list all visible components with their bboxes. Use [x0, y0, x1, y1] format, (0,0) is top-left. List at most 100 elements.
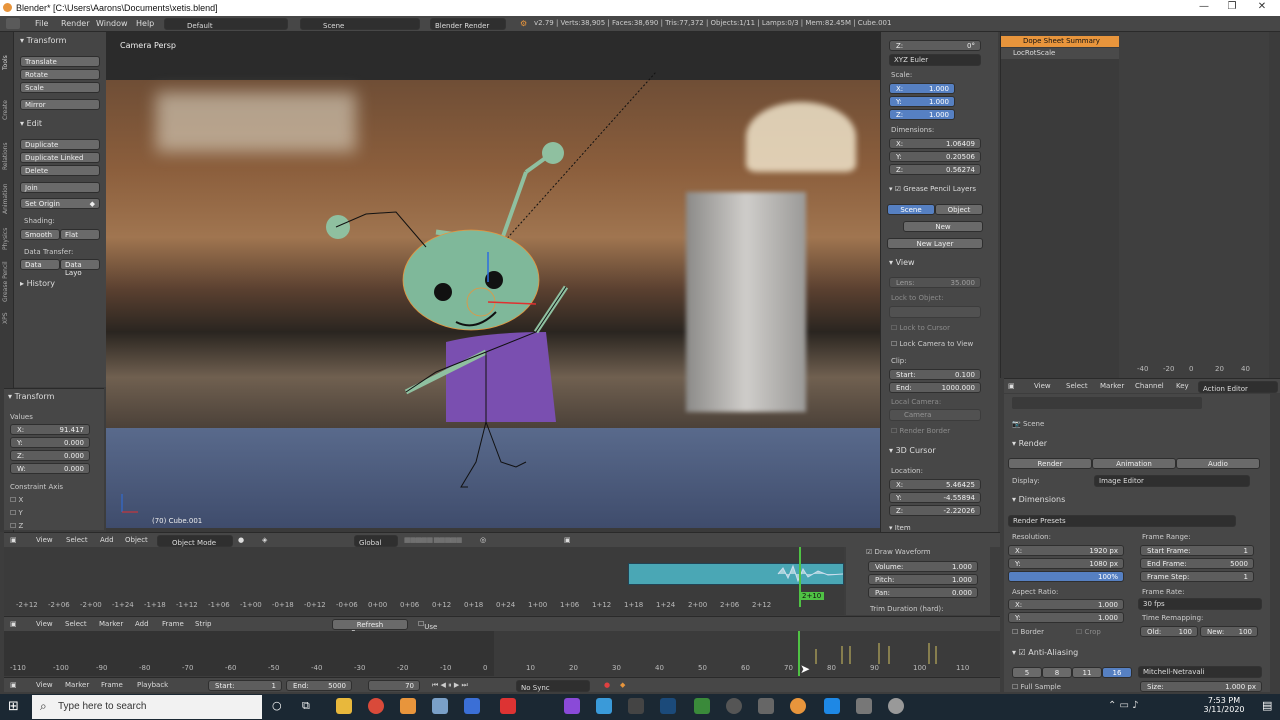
keying-icon[interactable]: ◆ [620, 681, 625, 689]
scale-button[interactable]: Scale [20, 82, 100, 93]
end-frame-field[interactable]: End: 5000 [286, 680, 352, 691]
render-preview-icon[interactable]: ▣ [564, 536, 571, 544]
clip-start-field[interactable]: Start: 0.100 [889, 369, 981, 380]
grease-scene-tab[interactable]: Scene [887, 204, 935, 215]
local-camera-field[interactable]: Camera [889, 409, 981, 421]
seq-view-menu[interactable]: View [36, 620, 53, 628]
chrome-icon[interactable] [368, 698, 384, 714]
volume-field[interactable]: Volume: 1.000 [868, 561, 978, 572]
seq-strip-menu[interactable]: Strip [195, 620, 211, 628]
aa-11-button[interactable]: 11 [1072, 667, 1102, 678]
res-x-field[interactable]: X: 1920 px [1008, 545, 1124, 556]
cursor-x-field[interactable]: X: 5.46425 [889, 479, 981, 490]
aa-size-field[interactable]: Size: 1.000 px [1140, 681, 1262, 692]
set-origin-menu[interactable]: Set Origin ◆ [20, 198, 100, 209]
app-icon-8[interactable] [758, 698, 774, 714]
view-menu[interactable]: View [36, 536, 53, 544]
dim-x-field[interactable]: X: 1.06409 [889, 138, 981, 149]
tl-marker-menu[interactable]: Marker [65, 681, 89, 689]
cursor-z-field[interactable]: Z: -2.22026 [889, 505, 981, 516]
tab-create[interactable]: Create [2, 100, 9, 120]
lock-cursor-checkbox[interactable]: ☐ Lock to Cursor [891, 324, 950, 332]
start-frame-prop-field[interactable]: Start Frame: 1 [1140, 545, 1254, 556]
seq-add-menu[interactable]: Add [135, 620, 149, 628]
screen-layout-select[interactable]: Default [164, 18, 288, 30]
render-presets-select[interactable]: Render Presets [1008, 515, 1236, 527]
app-icon-3[interactable] [500, 698, 516, 714]
orientation-select[interactable]: Global [354, 535, 398, 547]
app-icon-7[interactable] [726, 698, 742, 714]
cortana-icon[interactable]: ○ [272, 699, 282, 712]
fps-select[interactable]: 30 fps [1138, 598, 1262, 610]
locrotscale-channel[interactable]: LocRotScale [1001, 48, 1119, 59]
playback-controls-icon[interactable]: ⏮ ◀ ⏸ ▶ ⏭ [432, 681, 468, 690]
app-icon-10[interactable] [824, 698, 840, 714]
tl-editor-icon[interactable]: ▣ [10, 681, 17, 689]
ds-channel-menu[interactable]: Channel [1135, 382, 1164, 390]
value-z-field[interactable]: Z: 0.000 [10, 450, 90, 461]
clip-end-field[interactable]: End: 1000.000 [889, 382, 981, 393]
tab-xps[interactable]: XPS [2, 312, 9, 324]
scale-z-field[interactable]: Z: 1.000 [889, 109, 955, 120]
dopesheet-summary-row[interactable]: Dope Sheet Summary [1001, 36, 1119, 47]
lock-object-field[interactable] [889, 306, 981, 318]
rotate-button[interactable]: Rotate [20, 69, 100, 80]
tab-tools[interactable]: Tools [2, 55, 9, 70]
grease-pencil-header[interactable]: ▾ ☑ Grease Pencil Layers [889, 185, 976, 193]
audio-button[interactable]: Audio [1176, 458, 1260, 469]
ds-editor-icon[interactable]: ▣ [1008, 382, 1015, 390]
delete-button[interactable]: Delete [20, 165, 100, 176]
render-engine-select[interactable]: Blender Render [430, 18, 506, 30]
ds-key-menu[interactable]: Key [1176, 382, 1189, 390]
object-menu[interactable]: Object [125, 536, 148, 544]
animation-button[interactable]: Animation [1092, 458, 1176, 469]
current-frame-field[interactable]: 70 [368, 680, 420, 691]
remap-new-field[interactable]: New: 100 [1200, 626, 1258, 637]
tl-frame-menu[interactable]: Frame [101, 681, 123, 689]
item-panel-header[interactable]: ▾ Item [889, 524, 911, 532]
frame-step-field[interactable]: Frame Step: 1 [1140, 571, 1254, 582]
join-button[interactable]: Join [20, 182, 100, 193]
steam-icon[interactable] [660, 698, 676, 714]
info-editor-icon[interactable] [6, 18, 20, 29]
display-select[interactable]: Image Editor [1094, 475, 1250, 487]
border-checkbox[interactable]: ☐ Border [1012, 628, 1044, 636]
clock[interactable]: 7:53 PM 3/11/2020 [1194, 696, 1254, 714]
lens-field[interactable]: Lens: 35.000 [889, 277, 981, 288]
refresh-sequencer-button[interactable]: Refresh Sequencer [332, 619, 408, 637]
duplicate-linked-button[interactable]: Duplicate Linked [20, 152, 100, 163]
transform-panel-header[interactable]: ▾ Transform [20, 36, 66, 45]
system-tray-icons[interactable]: ⌃ ▭ ♪ [1108, 700, 1139, 711]
aa-filter-select[interactable]: Mitchell-Netravali [1138, 666, 1262, 678]
aspect-x-field[interactable]: X: 1.000 [1008, 599, 1124, 610]
render-button[interactable]: Render [1008, 458, 1092, 469]
use-backdrop-checkbox[interactable]: ☐ Use Backdrop [418, 620, 457, 639]
task-view-icon[interactable]: ⧉ [302, 699, 310, 713]
snap-icon[interactable]: ◎ [480, 536, 486, 544]
notification-icon[interactable]: ▤ [1262, 699, 1272, 712]
app-icon-4[interactable] [564, 698, 580, 714]
scale-y-field[interactable]: Y: 1.000 [889, 96, 955, 107]
maximize-button[interactable]: ❐ [1218, 1, 1246, 15]
mirror-button[interactable]: Mirror [20, 99, 100, 110]
pan-field[interactable]: Pan: 0.000 [868, 587, 978, 598]
dim-y-field[interactable]: Y: 0.20506 [889, 151, 981, 162]
3d-cursor-header[interactable]: ▾ 3D Cursor [889, 446, 936, 455]
tab-physics[interactable]: Physics [2, 228, 9, 250]
app-icon-5[interactable] [596, 698, 612, 714]
app-icon-12[interactable] [888, 698, 904, 714]
app-icon-6[interactable] [694, 698, 710, 714]
tab-grease-pencil[interactable]: Grease Pencil [2, 261, 9, 302]
start-frame-field[interactable]: Start: 1 [208, 680, 282, 691]
ds-marker-menu[interactable]: Marker [1100, 382, 1124, 390]
tl-view-menu[interactable]: View [36, 681, 53, 689]
duplicate-button[interactable]: Duplicate [20, 139, 100, 150]
record-icon[interactable]: ● [604, 681, 610, 689]
ds-view-menu[interactable]: View [1034, 382, 1051, 390]
windows-start-icon[interactable]: ⊞ [8, 699, 19, 714]
add-menu[interactable]: Add [100, 536, 114, 544]
rotation-z-field[interactable]: Z: 0° [889, 40, 981, 51]
scene-select[interactable]: Scene [300, 18, 420, 30]
dim-z-field[interactable]: Z: 0.56274 [889, 164, 981, 175]
dopesheet-area[interactable]: Dope Sheet Summary LocRotScale -40 -20 0 20… [1000, 32, 1280, 378]
